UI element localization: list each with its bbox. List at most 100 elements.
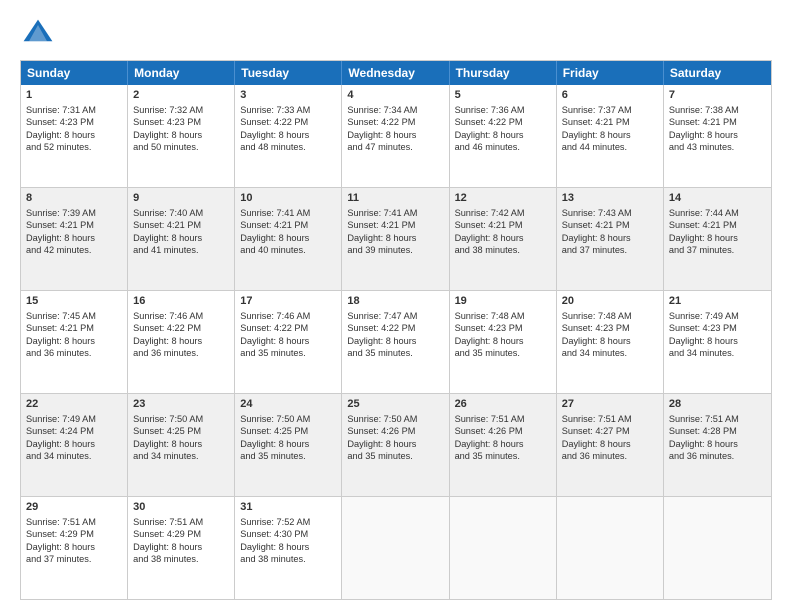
day-info-line: and 42 minutes. [26, 244, 122, 256]
day-number: 22 [26, 397, 122, 412]
day-info-line: Sunset: 4:23 PM [562, 322, 658, 334]
day-info-line: Sunrise: 7:47 AM [347, 310, 443, 322]
calendar-empty-cell [664, 497, 771, 599]
day-info-line: and 36 minutes. [133, 347, 229, 359]
calendar-day-cell: 21Sunrise: 7:49 AMSunset: 4:23 PMDayligh… [664, 291, 771, 393]
calendar-day-cell: 29Sunrise: 7:51 AMSunset: 4:29 PMDayligh… [21, 497, 128, 599]
calendar-header-row: SundayMondayTuesdayWednesdayThursdayFrid… [21, 61, 771, 85]
day-info-line: Sunrise: 7:51 AM [133, 516, 229, 528]
day-info-line: Daylight: 8 hours [562, 232, 658, 244]
day-number: 4 [347, 88, 443, 103]
day-info-line: Sunset: 4:27 PM [562, 425, 658, 437]
day-info-line: and 35 minutes. [347, 347, 443, 359]
day-number: 2 [133, 88, 229, 103]
day-info-line: Sunrise: 7:40 AM [133, 207, 229, 219]
calendar-day-cell: 7Sunrise: 7:38 AMSunset: 4:21 PMDaylight… [664, 85, 771, 187]
day-info-line: Sunrise: 7:38 AM [669, 104, 766, 116]
day-info-line: Sunrise: 7:52 AM [240, 516, 336, 528]
day-info-line: Sunset: 4:25 PM [133, 425, 229, 437]
day-number: 28 [669, 397, 766, 412]
day-info-line: Daylight: 8 hours [347, 438, 443, 450]
day-info-line: Daylight: 8 hours [133, 541, 229, 553]
day-info-line: Daylight: 8 hours [26, 232, 122, 244]
day-info-line: Sunset: 4:22 PM [240, 322, 336, 334]
day-info-line: Sunset: 4:29 PM [133, 528, 229, 540]
day-number: 7 [669, 88, 766, 103]
day-info-line: and 44 minutes. [562, 141, 658, 153]
calendar-day-cell: 17Sunrise: 7:46 AMSunset: 4:22 PMDayligh… [235, 291, 342, 393]
day-info-line: Sunset: 4:24 PM [26, 425, 122, 437]
day-info-line: Sunrise: 7:36 AM [455, 104, 551, 116]
cal-header-cell: Thursday [450, 61, 557, 85]
day-info-line: Daylight: 8 hours [347, 335, 443, 347]
day-number: 19 [455, 294, 551, 309]
day-number: 16 [133, 294, 229, 309]
day-number: 21 [669, 294, 766, 309]
day-number: 14 [669, 191, 766, 206]
day-info-line: and 43 minutes. [669, 141, 766, 153]
day-info-line: Daylight: 8 hours [26, 129, 122, 141]
calendar-empty-cell [342, 497, 449, 599]
day-info-line: Daylight: 8 hours [669, 129, 766, 141]
calendar-day-cell: 1Sunrise: 7:31 AMSunset: 4:23 PMDaylight… [21, 85, 128, 187]
day-info-line: Sunrise: 7:41 AM [347, 207, 443, 219]
day-number: 6 [562, 88, 658, 103]
day-info-line: Sunset: 4:21 PM [26, 322, 122, 334]
day-info-line: Sunrise: 7:31 AM [26, 104, 122, 116]
day-info-line: and 46 minutes. [455, 141, 551, 153]
logo-icon [20, 16, 56, 52]
day-info-line: Sunset: 4:22 PM [240, 116, 336, 128]
day-info-line: Daylight: 8 hours [347, 129, 443, 141]
day-info-line: and 36 minutes. [669, 450, 766, 462]
day-info-line: Sunset: 4:21 PM [562, 116, 658, 128]
day-info-line: and 38 minutes. [455, 244, 551, 256]
day-info-line: Sunset: 4:28 PM [669, 425, 766, 437]
day-info-line: Sunrise: 7:39 AM [26, 207, 122, 219]
calendar-body: 1Sunrise: 7:31 AMSunset: 4:23 PMDaylight… [21, 85, 771, 599]
calendar-week-row: 15Sunrise: 7:45 AMSunset: 4:21 PMDayligh… [21, 291, 771, 394]
calendar-day-cell: 16Sunrise: 7:46 AMSunset: 4:22 PMDayligh… [128, 291, 235, 393]
day-info-line: Sunrise: 7:46 AM [133, 310, 229, 322]
day-info-line: Daylight: 8 hours [133, 335, 229, 347]
day-info-line: Daylight: 8 hours [562, 129, 658, 141]
day-info-line: Sunset: 4:21 PM [133, 219, 229, 231]
day-number: 30 [133, 500, 229, 515]
calendar-week-row: 29Sunrise: 7:51 AMSunset: 4:29 PMDayligh… [21, 497, 771, 599]
day-info-line: Sunset: 4:21 PM [669, 219, 766, 231]
day-info-line: Daylight: 8 hours [347, 232, 443, 244]
calendar-day-cell: 6Sunrise: 7:37 AMSunset: 4:21 PMDaylight… [557, 85, 664, 187]
day-info-line: and 41 minutes. [133, 244, 229, 256]
day-info-line: and 35 minutes. [347, 450, 443, 462]
calendar-week-row: 1Sunrise: 7:31 AMSunset: 4:23 PMDaylight… [21, 85, 771, 188]
day-info-line: Sunset: 4:21 PM [669, 116, 766, 128]
day-info-line: Daylight: 8 hours [240, 541, 336, 553]
day-number: 26 [455, 397, 551, 412]
day-number: 12 [455, 191, 551, 206]
day-number: 17 [240, 294, 336, 309]
day-info-line: and 52 minutes. [26, 141, 122, 153]
day-info-line: Daylight: 8 hours [26, 335, 122, 347]
day-number: 11 [347, 191, 443, 206]
day-info-line: Daylight: 8 hours [26, 438, 122, 450]
calendar-day-cell: 3Sunrise: 7:33 AMSunset: 4:22 PMDaylight… [235, 85, 342, 187]
day-info-line: Sunset: 4:21 PM [26, 219, 122, 231]
day-info-line: Daylight: 8 hours [133, 438, 229, 450]
day-number: 5 [455, 88, 551, 103]
day-number: 31 [240, 500, 336, 515]
day-info-line: Sunrise: 7:48 AM [455, 310, 551, 322]
day-number: 10 [240, 191, 336, 206]
day-info-line: and 35 minutes. [455, 347, 551, 359]
logo [20, 16, 60, 52]
day-info-line: Sunrise: 7:50 AM [133, 413, 229, 425]
cal-header-cell: Friday [557, 61, 664, 85]
day-info-line: Sunrise: 7:43 AM [562, 207, 658, 219]
day-info-line: and 34 minutes. [562, 347, 658, 359]
header [20, 16, 772, 52]
day-info-line: Sunset: 4:26 PM [347, 425, 443, 437]
calendar: SundayMondayTuesdayWednesdayThursdayFrid… [20, 60, 772, 600]
day-info-line: Daylight: 8 hours [455, 232, 551, 244]
day-info-line: Daylight: 8 hours [669, 335, 766, 347]
day-info-line: and 38 minutes. [133, 553, 229, 565]
day-info-line: and 47 minutes. [347, 141, 443, 153]
calendar-day-cell: 12Sunrise: 7:42 AMSunset: 4:21 PMDayligh… [450, 188, 557, 290]
